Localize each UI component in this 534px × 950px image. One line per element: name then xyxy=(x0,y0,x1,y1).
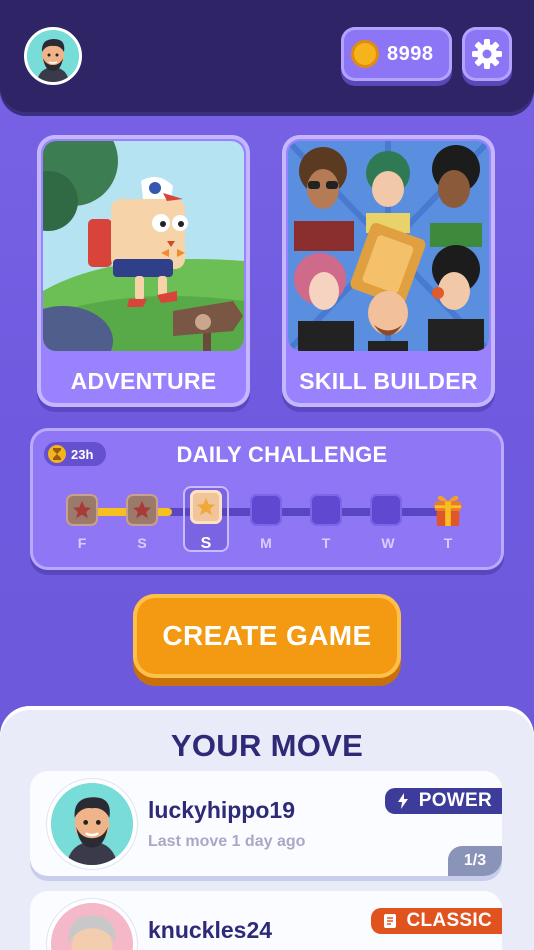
coin-balance[interactable]: 8998 xyxy=(341,27,452,81)
opponent-username: knuckles24 xyxy=(148,917,273,943)
day-box-sunday[interactable] xyxy=(190,490,222,524)
game-row[interactable]: luckyhippo19 Last move 1 day ago POWER 1… xyxy=(30,771,502,876)
adventure-card[interactable]: ADVENTURE xyxy=(37,135,250,407)
day-box-monday xyxy=(250,494,282,526)
star-icon xyxy=(196,497,216,516)
adventure-label: ADVENTURE xyxy=(70,368,217,394)
day-box-tuesday xyxy=(310,494,342,526)
star-icon xyxy=(72,500,92,519)
day-box-reward xyxy=(432,494,464,526)
your-move-title: YOUR MOVE xyxy=(170,728,364,763)
top-bar: 8998 xyxy=(0,0,534,116)
coin-icon xyxy=(351,40,379,68)
day-label: S xyxy=(137,535,147,551)
lightning-icon xyxy=(397,793,409,809)
classic-mode-badge: CLASSIC xyxy=(370,908,502,934)
gift-icon xyxy=(434,495,462,526)
power-mode-badge: POWER xyxy=(384,788,502,814)
gear-icon xyxy=(472,39,502,69)
create-game-button[interactable]: CREATE GAME xyxy=(133,594,401,678)
daily-challenge[interactable]: 23h DAILY CHALLENGE F S S M T W T xyxy=(30,428,504,570)
skill-builder-card[interactable]: SKILL BUILDER xyxy=(282,135,495,407)
day-label: T xyxy=(321,535,331,551)
mode-label: POWER xyxy=(418,790,492,811)
your-move-panel: YOUR MOVE luckyhippo19 Last move 1 day a… xyxy=(0,706,534,950)
coin-count: 8998 xyxy=(387,42,434,65)
skill-builder-illustration xyxy=(288,141,489,351)
settings-button[interactable] xyxy=(462,27,512,81)
scroll-icon xyxy=(383,913,397,929)
skill-builder-label: SKILL BUILDER xyxy=(299,368,478,394)
day-box-wednesday xyxy=(370,494,402,526)
day-box-saturday xyxy=(126,494,158,526)
last-move-text: Last move 1 day ago xyxy=(148,833,306,850)
day-label-today: S xyxy=(200,535,212,552)
day-label: M xyxy=(260,535,272,551)
day-label: W xyxy=(381,535,395,551)
turn-counter: 1/3 xyxy=(448,846,502,876)
opponent-avatar xyxy=(47,779,137,869)
daily-challenge-title: DAILY CHALLENGE xyxy=(176,442,388,467)
profile-avatar-icon xyxy=(27,30,79,82)
day-label: T xyxy=(443,535,453,551)
day-label: F xyxy=(77,535,87,551)
mode-label: CLASSIC xyxy=(406,910,492,931)
opponent-username: luckyhippo19 xyxy=(148,797,295,823)
opponent-avatar xyxy=(47,899,137,950)
profile-avatar[interactable] xyxy=(24,27,82,85)
day-box-friday xyxy=(66,494,98,526)
adventure-illustration xyxy=(43,141,244,351)
star-icon xyxy=(132,500,152,519)
game-row[interactable]: knuckles24 CLASSIC xyxy=(30,891,502,950)
